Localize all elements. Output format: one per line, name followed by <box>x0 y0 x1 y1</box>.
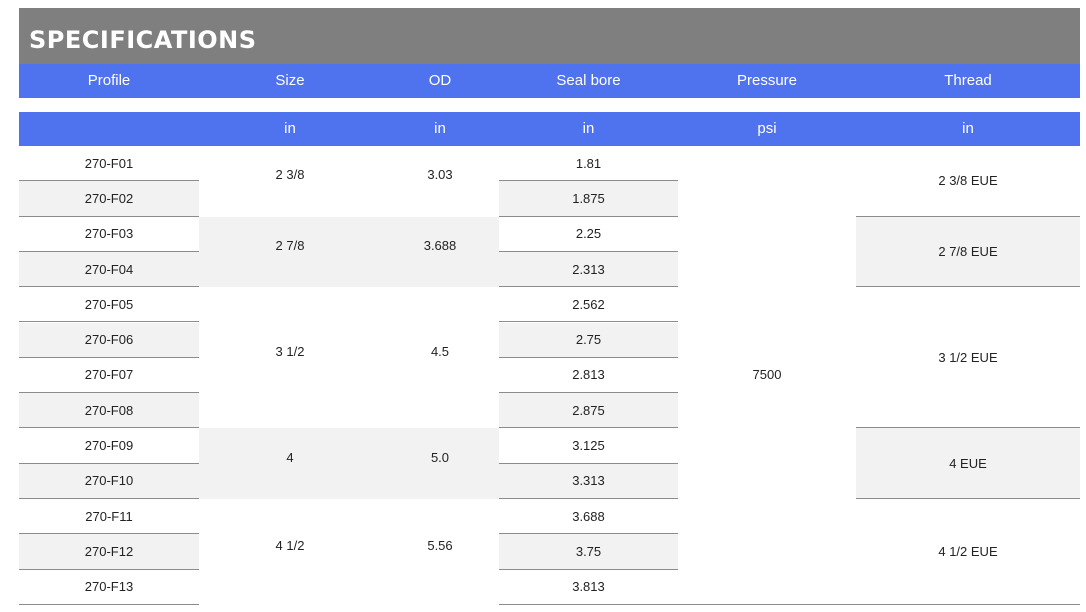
thread-cell: 2 3/8 EUE <box>856 146 1080 217</box>
thread-cell: 4 EUE <box>856 428 1080 499</box>
thread-cell: 2 7/8 EUE <box>856 216 1080 288</box>
profile-cell: 270-F13 <box>19 570 199 605</box>
profile-cell: 270-F02 <box>19 181 199 217</box>
unit-od: in <box>434 120 446 137</box>
seal-bore-cell: 2.313 <box>499 251 678 288</box>
seal-bore-cell: 2.75 <box>499 322 678 358</box>
header-pressure: Pressure <box>736 72 798 89</box>
seal-bore-cell: 2.875 <box>499 393 678 429</box>
od-cell: 5.56 <box>427 537 453 553</box>
seal-bore-cell: 1.875 <box>499 181 678 217</box>
seal-bore-cell: 2.25 <box>499 217 678 252</box>
header-size: Size <box>275 72 305 89</box>
profile-cell: 270-F12 <box>19 534 199 570</box>
seal-bore-cell: 1.81 <box>499 146 678 182</box>
unit-pressure: psi <box>757 120 777 137</box>
od-cell: 5.0 <box>381 428 499 499</box>
seal-bore-cell: 3.688 <box>499 499 678 535</box>
unit-seal-bore: in <box>582 120 595 137</box>
size-cell: 2 7/8 <box>199 216 381 288</box>
size-cell: 4 1/2 <box>275 537 305 553</box>
seal-bore-cell: 3.125 <box>499 428 678 464</box>
profile-cell: 270-F03 <box>19 217 199 252</box>
header-profile: Profile <box>87 72 131 89</box>
seal-bore-cell: 3.313 <box>499 463 678 499</box>
size-cell: 4 <box>199 428 381 499</box>
header-seal-bore: Seal bore <box>556 72 621 89</box>
size-cell: 2 3/8 <box>275 167 305 183</box>
size-cell: 3 1/2 <box>275 343 305 359</box>
unit-size: in <box>284 120 296 137</box>
od-cell: 3.688 <box>381 216 499 288</box>
profile-cell: 270-F05 <box>19 287 199 323</box>
od-cell: 4.5 <box>430 343 450 359</box>
seal-bore-cell: 2.813 <box>499 358 678 394</box>
seal-bore-cell: 3.813 <box>499 570 678 605</box>
profile-cell: 270-F01 <box>19 146 199 182</box>
thread-cell: 3 1/2 EUE <box>856 287 1080 429</box>
profile-cell: 270-F07 <box>19 358 199 394</box>
column-header-row: Profile Size OD Seal bore Pressure Threa… <box>19 64 1080 98</box>
unit-thread: in <box>962 120 974 137</box>
unit-header-row: in in in psi in <box>19 112 1080 146</box>
profile-cell: 270-F06 <box>19 322 199 358</box>
od-cell: 3.03 <box>427 167 453 183</box>
seal-bore-cell: 3.75 <box>499 534 678 570</box>
specifications-title: SPECIFICATIONS <box>19 8 1080 64</box>
unit-profile <box>19 112 199 146</box>
profile-cell: 270-F08 <box>19 393 199 429</box>
profile-cell: 270-F09 <box>19 428 199 464</box>
seal-bore-cell: 2.562 <box>499 287 678 323</box>
header-thread: Thread <box>944 72 992 89</box>
profile-cell: 270-F10 <box>19 463 199 499</box>
profile-cell: 270-F04 <box>19 251 199 288</box>
header-od: OD <box>428 72 452 89</box>
profile-cell: 270-F11 <box>19 499 199 535</box>
thread-cell: 4 1/2 EUE <box>856 499 1080 605</box>
pressure-cell: 7500 <box>678 146 856 605</box>
